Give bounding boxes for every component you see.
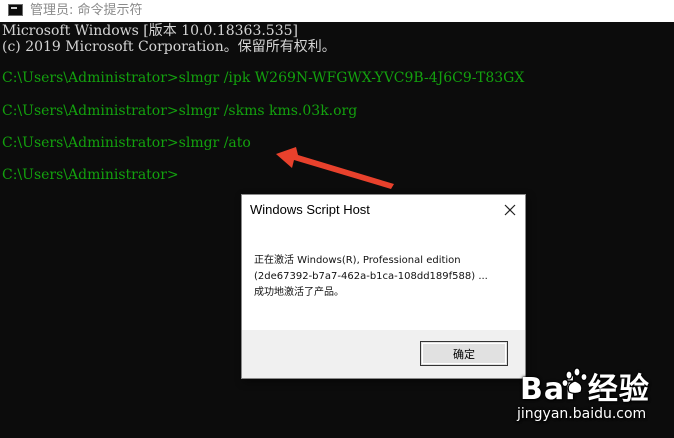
baidu-watermark: Bai 经验 jingyan.baidu.com [517, 364, 670, 434]
dialog-body: 正在激活 Windows(R), Professional edition (2… [242, 226, 525, 330]
dialog-message: 正在激活 Windows(R), Professional edition (2… [254, 255, 488, 298]
watermark-url: jingyan.baidu.com [517, 406, 647, 422]
script-host-dialog: Windows Script Host 正在激活 Windows(R), Pro… [241, 194, 526, 379]
paw-icon [561, 367, 588, 395]
dialog-title: Windows Script Host [250, 202, 370, 217]
dialog-title-bar: Windows Script Host [242, 195, 525, 226]
ok-button[interactable]: 确定 [420, 341, 508, 366]
close-icon[interactable] [494, 195, 525, 224]
